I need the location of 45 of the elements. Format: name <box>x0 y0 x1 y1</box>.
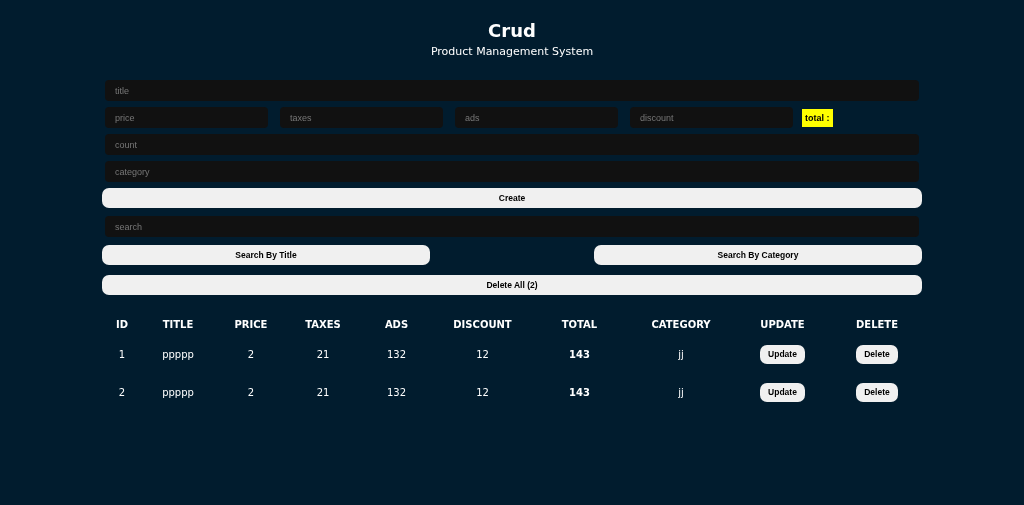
update-button[interactable]: Update <box>760 382 805 402</box>
title-field[interactable]: title <box>105 80 919 101</box>
search-field[interactable]: search <box>105 216 919 237</box>
create-button[interactable]: Create <box>102 188 922 208</box>
column-header: PRICE <box>234 317 268 332</box>
total-label: total : <box>802 108 833 127</box>
delete-button[interactable]: Delete <box>856 382 898 402</box>
page-subtitle: Product Management System <box>430 45 594 58</box>
table-cell-text: 1 <box>118 347 126 362</box>
table-cell-text: 143 <box>569 385 590 400</box>
table-cell-text: 12 <box>476 347 489 362</box>
price-field[interactable]: price <box>105 107 268 128</box>
update-button[interactable]: Update <box>760 344 805 364</box>
column-header: DISCOUNT <box>453 317 512 332</box>
category-field[interactable]: category <box>105 161 919 182</box>
delete-button[interactable]: Delete <box>856 344 898 364</box>
table-cell-text: 2 <box>247 347 255 362</box>
column-header: CATEGORY <box>651 317 711 332</box>
table-cell-text: 2 <box>118 385 126 400</box>
count-field[interactable]: count <box>105 134 919 155</box>
table-cell-text: 143 <box>569 347 590 362</box>
column-header: TITLE <box>162 317 194 332</box>
column-header: UPDATE <box>760 317 805 332</box>
table-cell-text: ppppp <box>162 385 194 400</box>
column-header: TOTAL <box>561 317 598 332</box>
price-field[interactable]: discount <box>630 107 793 128</box>
column-header: TAXES <box>305 317 341 332</box>
page-title: Crud <box>488 20 536 41</box>
column-header: ID <box>116 317 128 332</box>
search-button[interactable]: Search By Title <box>102 245 430 265</box>
delete-all-button[interactable]: Delete All (2) <box>102 275 922 295</box>
column-header: ADS <box>384 317 409 332</box>
price-field[interactable]: ads <box>455 107 618 128</box>
table-cell-text: 12 <box>476 385 489 400</box>
table-cell-text: 132 <box>386 347 407 362</box>
table-cell-text: 21 <box>316 347 330 362</box>
table-cell-text: jj <box>678 347 684 362</box>
table-cell-text: 132 <box>386 385 407 400</box>
price-field[interactable]: taxes <box>280 107 443 128</box>
table-cell-text: jj <box>678 385 684 400</box>
column-header: DELETE <box>856 317 898 332</box>
table-cell-text: 21 <box>316 385 330 400</box>
table-cell-text: 2 <box>247 385 255 400</box>
search-button[interactable]: Search By Category <box>594 245 922 265</box>
table-cell-text: ppppp <box>162 347 194 362</box>
